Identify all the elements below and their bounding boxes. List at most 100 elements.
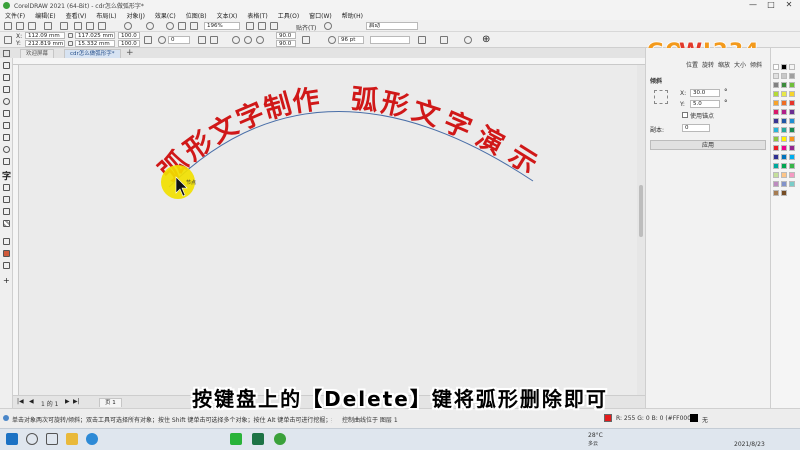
copy-icon[interactable] [86,22,94,30]
palette-swatch[interactable] [781,136,787,142]
use-anchor-checkbox[interactable] [682,112,688,118]
height-percent-field[interactable]: 100.0 [118,40,140,47]
palette-swatch[interactable] [773,82,779,88]
docker-tab-rotate[interactable]: 旋转 [702,60,714,69]
save-icon[interactable] [28,22,36,30]
print-icon[interactable] [60,22,68,30]
docker-tab-position[interactable]: 位置 [686,60,698,69]
palette-swatch[interactable] [773,136,779,142]
palette-swatch[interactable] [781,91,787,97]
maximize-button[interactable]: □ [762,0,780,10]
palette-swatch[interactable] [773,118,779,124]
palette-swatch[interactable] [781,190,787,196]
new-document-icon[interactable] [4,22,12,30]
palette-swatch[interactable] [781,73,787,79]
pie-icon[interactable] [244,36,252,44]
import-icon[interactable] [178,22,186,30]
quick-customize-icon[interactable] [464,36,472,44]
rulers-icon[interactable] [258,22,266,30]
mirror-horizontal-icon[interactable] [198,36,206,44]
palette-swatch[interactable] [773,154,779,160]
palette-swatch[interactable] [781,118,787,124]
y-position-field[interactable]: 212.819 mm [25,40,65,47]
node-tool-icon[interactable] [3,74,10,81]
palette-swatch[interactable] [781,64,787,70]
vertical-scrollbar[interactable] [637,65,645,395]
home-icon[interactable] [3,50,10,57]
connector-tool-icon[interactable] [3,196,10,203]
palette-swatch[interactable] [781,100,787,106]
redo-icon[interactable] [146,22,154,30]
menu-effects[interactable]: 效果(C) [150,11,181,20]
minimize-button[interactable]: — [744,0,762,10]
menu-file[interactable]: 文件(F) [0,11,30,20]
palette-swatch[interactable] [789,109,795,115]
palette-swatch[interactable] [773,145,779,151]
palette-swatch[interactable] [789,145,795,151]
palette-swatch[interactable] [781,154,787,160]
palette-swatch[interactable] [789,82,795,88]
zoom-select[interactable]: 196% [204,22,240,30]
menu-layout[interactable]: 布局(L) [91,11,121,20]
palette-swatch[interactable] [789,118,795,124]
excel-icon[interactable] [252,433,264,445]
menu-edit[interactable]: 编辑(E) [30,11,60,20]
parallel-dimension-icon[interactable] [3,184,10,191]
direction-icon[interactable] [302,36,310,44]
skew-x-field[interactable]: 30.0 [690,89,720,97]
ellipse-tool-icon[interactable] [3,146,10,153]
zoom-tool-icon[interactable] [3,98,10,105]
palette-swatch[interactable] [773,190,779,196]
close-button[interactable]: ✕ [780,0,798,10]
palette-swatch[interactable] [781,163,787,169]
tab-welcome[interactable]: 欢迎屏幕 [20,49,55,58]
drawing-canvas[interactable]: 弧形文字制作弧形文字演示 节点 [19,65,637,395]
arc-text[interactable]: 弧形文字制作弧形文字演示 [153,84,542,188]
search-icon[interactable] [166,22,174,30]
menu-help[interactable]: 帮助(H) [337,11,368,20]
menu-tools[interactable]: 工具(O) [273,11,304,20]
palette-swatch[interactable] [789,64,795,70]
width-field[interactable]: 117.025 mm [75,32,115,39]
palette-swatch[interactable] [773,73,779,79]
launch-select[interactable]: 启动 [366,22,418,30]
palette-swatch[interactable] [781,181,787,187]
snap-to-dropdown[interactable]: 贴齐(T) [296,23,316,32]
eyedropper-icon[interactable] [3,238,10,245]
freehand-tool-icon[interactable] [3,110,10,117]
palette-swatch[interactable] [773,64,779,70]
paste-icon[interactable] [98,22,106,30]
start-icon[interactable] [6,433,18,445]
drop-shadow-icon[interactable] [3,208,10,215]
palette-swatch[interactable] [789,136,795,142]
mirror-vertical-icon[interactable] [210,36,218,44]
anchor-grid-icon[interactable] [654,90,668,104]
height-field[interactable]: 15.332 mm [75,40,115,47]
transparency-icon[interactable] [3,220,10,227]
ellipse-icon[interactable] [232,36,240,44]
palette-swatch[interactable] [773,181,779,187]
palette-swatch[interactable] [773,100,779,106]
palette-swatch[interactable] [789,127,795,133]
add-tab-icon[interactable]: + [126,48,134,58]
rotation-field[interactable]: 0 [168,36,190,44]
wechat-icon[interactable] [230,433,242,445]
add-tool-icon[interactable]: + [3,276,10,285]
palette-swatch[interactable] [781,127,787,133]
vertical-scroll-thumb[interactable] [639,185,643,237]
tab-document[interactable]: cdr怎么做弧形字* [64,49,121,58]
coreldraw-icon[interactable] [274,433,286,445]
menu-text[interactable]: 文本(X) [212,11,243,20]
export-icon[interactable] [190,22,198,30]
cut-icon[interactable] [74,22,82,30]
palette-swatch[interactable] [789,100,795,106]
docker-tab-scale[interactable]: 缩放 [718,60,730,69]
palette-swatch[interactable] [789,163,795,169]
menu-view[interactable]: 查看(V) [61,11,92,20]
docker-tab-skew[interactable]: 倾斜 [750,60,762,69]
text-tool-icon[interactable]: 字 [2,169,11,182]
palette-swatch[interactable] [781,109,787,115]
outline-width-field[interactable]: 96 pt [338,36,364,44]
options-gear-icon[interactable] [324,22,332,30]
width-percent-field[interactable]: 100.0 [118,32,140,39]
